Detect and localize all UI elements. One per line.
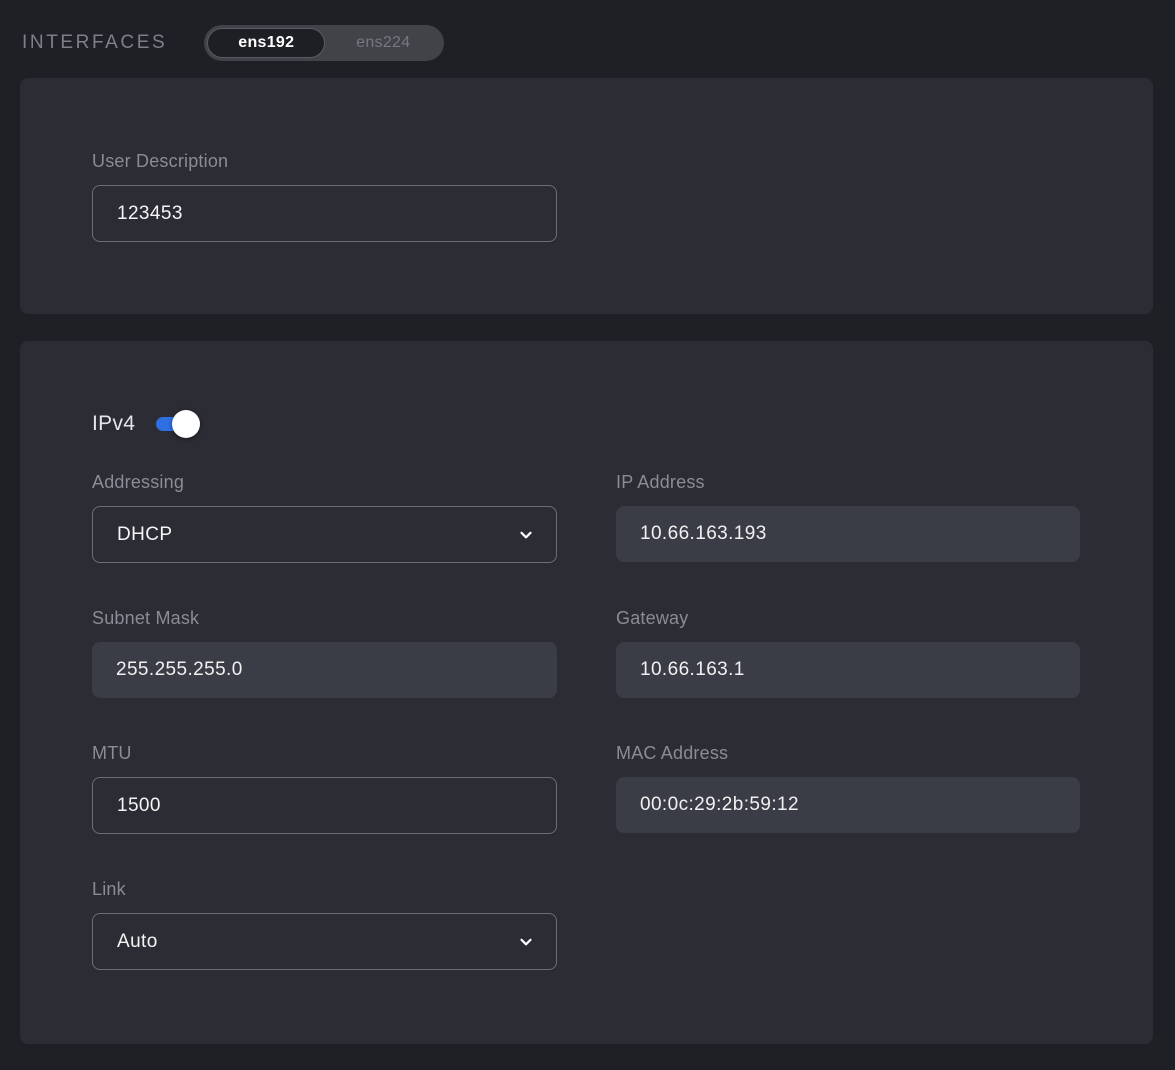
gateway-field — [616, 642, 1080, 698]
link-field-group: Link Auto — [92, 876, 557, 970]
mtu-label: MTU — [92, 740, 557, 766]
ipv4-toggle[interactable] — [156, 417, 194, 431]
ipv4-form-grid: Addressing DHCP IP Address Subnet Mask — [92, 469, 1081, 970]
mac-address-field — [616, 777, 1080, 833]
ipv4-section-label: IPv4 — [92, 412, 135, 436]
ip-address-field-group: IP Address — [616, 469, 1080, 563]
gateway-field-group: Gateway — [616, 605, 1080, 698]
user-description-input[interactable] — [92, 185, 557, 242]
gateway-label: Gateway — [616, 605, 1080, 631]
link-label: Link — [92, 876, 557, 902]
link-select[interactable]: Auto — [92, 913, 557, 970]
addressing-field-group: Addressing DHCP — [92, 469, 557, 563]
toggle-knob-icon — [172, 410, 200, 438]
interfaces-page: INTERFACES ens192 ens224 User Descriptio… — [0, 0, 1175, 1044]
user-description-field-group: User Description — [92, 148, 557, 242]
addressing-select[interactable]: DHCP — [92, 506, 557, 563]
mac-address-field-group: MAC Address — [616, 740, 1080, 834]
addressing-label: Addressing — [92, 469, 557, 495]
ipv4-card: IPv4 Addressing DHCP I — [20, 341, 1153, 1044]
mac-address-label: MAC Address — [616, 740, 1080, 766]
user-description-card: User Description — [20, 78, 1153, 314]
chevron-down-icon — [517, 933, 535, 951]
page-title: INTERFACES — [22, 32, 167, 54]
ip-address-field — [616, 506, 1080, 562]
subnet-mask-label: Subnet Mask — [92, 605, 557, 631]
tab-ens192[interactable]: ens192 — [207, 28, 325, 58]
link-selected-value: Auto — [117, 931, 158, 953]
chevron-down-icon — [517, 526, 535, 544]
subnet-mask-field — [92, 642, 557, 698]
ipv4-toggle-row: IPv4 — [92, 409, 1081, 439]
mtu-input[interactable] — [92, 777, 557, 834]
user-description-label: User Description — [92, 148, 557, 174]
addressing-selected-value: DHCP — [117, 524, 172, 546]
topbar: INTERFACES ens192 ens224 — [0, 0, 1175, 78]
tab-ens224[interactable]: ens224 — [325, 28, 441, 58]
ip-address-label: IP Address — [616, 469, 1080, 495]
subnet-mask-field-group: Subnet Mask — [92, 605, 557, 698]
interface-tab-group: ens192 ens224 — [204, 25, 444, 61]
mtu-field-group: MTU — [92, 740, 557, 834]
